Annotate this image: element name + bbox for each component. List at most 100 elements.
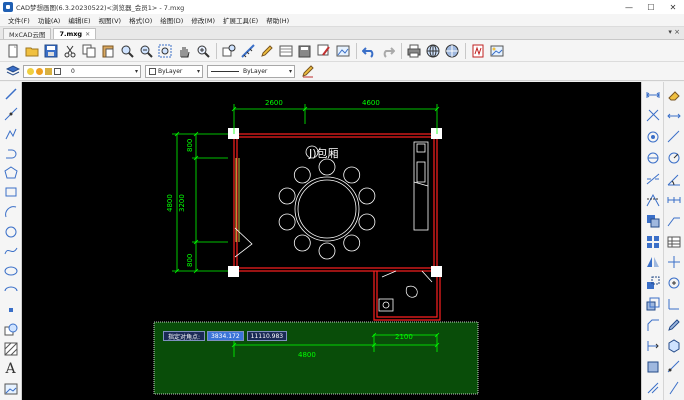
menu-extension-tools[interactable]: 扩展工具(E) [219,15,262,25]
paste-icon[interactable] [99,42,117,60]
mirror-icon[interactable] [644,254,662,272]
scale-icon[interactable] [644,295,662,313]
hatch-icon[interactable] [2,341,20,358]
menu-draw[interactable]: 绘图(D) [156,15,187,25]
layer-manager-icon[interactable] [277,42,295,60]
text-icon[interactable]: A [2,361,20,378]
zoom-extents-icon[interactable] [156,42,174,60]
rotate-icon[interactable] [644,149,662,167]
center-mark-icon[interactable] [665,274,683,292]
arc-polyline-icon[interactable] [2,145,20,162]
web-globe-icon[interactable] [424,42,442,60]
break-icon[interactable] [644,170,662,188]
menu-view[interactable]: 视图(V) [95,15,126,25]
trim-icon[interactable] [644,107,662,125]
oblique-icon[interactable] [665,379,683,397]
menu-file[interactable]: 文件(F) [4,15,34,25]
zoom-window-icon[interactable] [118,42,136,60]
insert-block-icon[interactable] [2,322,20,339]
y-coordinate-input[interactable]: 11110.983 [246,331,288,341]
menu-edit[interactable]: 编辑(E) [64,15,94,25]
pencil-icon[interactable] [299,62,317,80]
redo-icon[interactable] [379,42,397,60]
minimize-button[interactable]: — [618,0,640,14]
stretch-icon[interactable] [644,191,662,209]
arc-icon[interactable] [2,204,20,221]
layer-stack-icon[interactable] [4,62,22,80]
dimension-radius-icon[interactable] [665,149,683,167]
menu-function[interactable]: 功能(A) [34,15,65,25]
lightbulb-icon[interactable] [27,67,34,75]
tab-list-control[interactable]: ▾ × [668,28,680,36]
ellipse-icon[interactable] [2,263,20,280]
menu-help[interactable]: 帮助(H) [262,15,293,25]
circle-icon[interactable] [2,223,20,240]
table-icon[interactable] [665,233,683,251]
drawing-canvas[interactable]: J)包厢 2600 4600 4800 3200 800 800 4800 21… [22,82,641,400]
tab-7-mxg[interactable]: 7.mxg ✕ [53,28,97,39]
x-coordinate-input[interactable]: 3834.172 [207,331,244,341]
save-as-icon[interactable] [296,42,314,60]
construction-line-icon[interactable] [2,106,20,123]
measure-icon[interactable] [239,42,257,60]
update-dim-icon[interactable] [665,358,683,376]
menu-modify[interactable]: 修改(M) [187,15,219,25]
polygon-icon[interactable] [2,165,20,182]
network-icon[interactable] [443,42,461,60]
lock-icon[interactable] [45,67,52,75]
dimension-linear-icon[interactable] [665,107,683,125]
zoom-out-icon[interactable] [137,42,155,60]
color-select[interactable]: ByLayer ▾ [145,64,203,78]
move-icon[interactable] [644,274,662,292]
tolerance-icon[interactable] [665,254,683,272]
cut-icon[interactable] [61,42,79,60]
chamfer-icon[interactable] [644,316,662,334]
explode-icon[interactable] [644,358,662,376]
erase-icon[interactable] [644,379,662,397]
array-icon[interactable] [644,233,662,251]
picture-icon[interactable] [488,42,506,60]
pen-icon[interactable] [258,42,276,60]
dimension-angle-icon[interactable] [665,170,683,188]
image-icon[interactable] [334,42,352,60]
ellipse-arc-icon[interactable] [2,282,20,299]
brush-icon[interactable] [315,42,333,60]
open-folder-icon[interactable] [23,42,41,60]
ordinate-icon[interactable] [665,295,683,313]
rectangle-icon[interactable] [2,184,20,201]
extend-icon[interactable] [644,337,662,355]
match-properties-icon[interactable] [220,42,238,60]
polyline-icon[interactable] [2,125,20,142]
copy-object-icon[interactable] [644,212,662,230]
undo-icon[interactable] [360,42,378,60]
line-icon[interactable] [2,86,20,103]
pan-hand-icon[interactable] [175,42,193,60]
layer-select[interactable]: 0 ▾ [23,64,141,78]
offset-icon[interactable] [644,128,662,146]
spline-icon[interactable] [2,243,20,260]
dimension-continue-icon[interactable] [665,191,683,209]
tab-close-icon[interactable]: ✕ [85,31,90,38]
copy-icon[interactable] [80,42,98,60]
dim-top-left: 2600 [265,99,283,107]
close-button[interactable]: ✕ [662,0,684,14]
dimension-edit-icon[interactable] [665,316,683,334]
title-bar: CAD梦想画图(6.3.20230522)<浏览器_会员1> - 7.mxg —… [0,0,684,14]
point-icon[interactable] [2,302,20,319]
print-icon[interactable] [405,42,423,60]
box-3d-icon[interactable] [665,337,683,355]
tab-mxcad-cloud[interactable]: MxCAD云图 [3,28,52,39]
zoom-realtime-icon[interactable] [194,42,212,60]
raster-image-icon[interactable] [2,380,20,397]
menu-format[interactable]: 格式(O) [125,15,156,25]
save-icon[interactable] [42,42,60,60]
leader-icon[interactable] [665,212,683,230]
sun-icon[interactable] [36,67,43,75]
dimension-aligned-icon[interactable] [665,128,683,146]
pdf-icon[interactable] [469,42,487,60]
maximize-button[interactable]: ☐ [640,0,662,14]
distance-icon[interactable] [644,86,662,104]
linetype-select[interactable]: ByLayer ▾ [207,64,295,78]
new-file-icon[interactable] [4,42,22,60]
eraser-icon[interactable] [665,86,683,104]
